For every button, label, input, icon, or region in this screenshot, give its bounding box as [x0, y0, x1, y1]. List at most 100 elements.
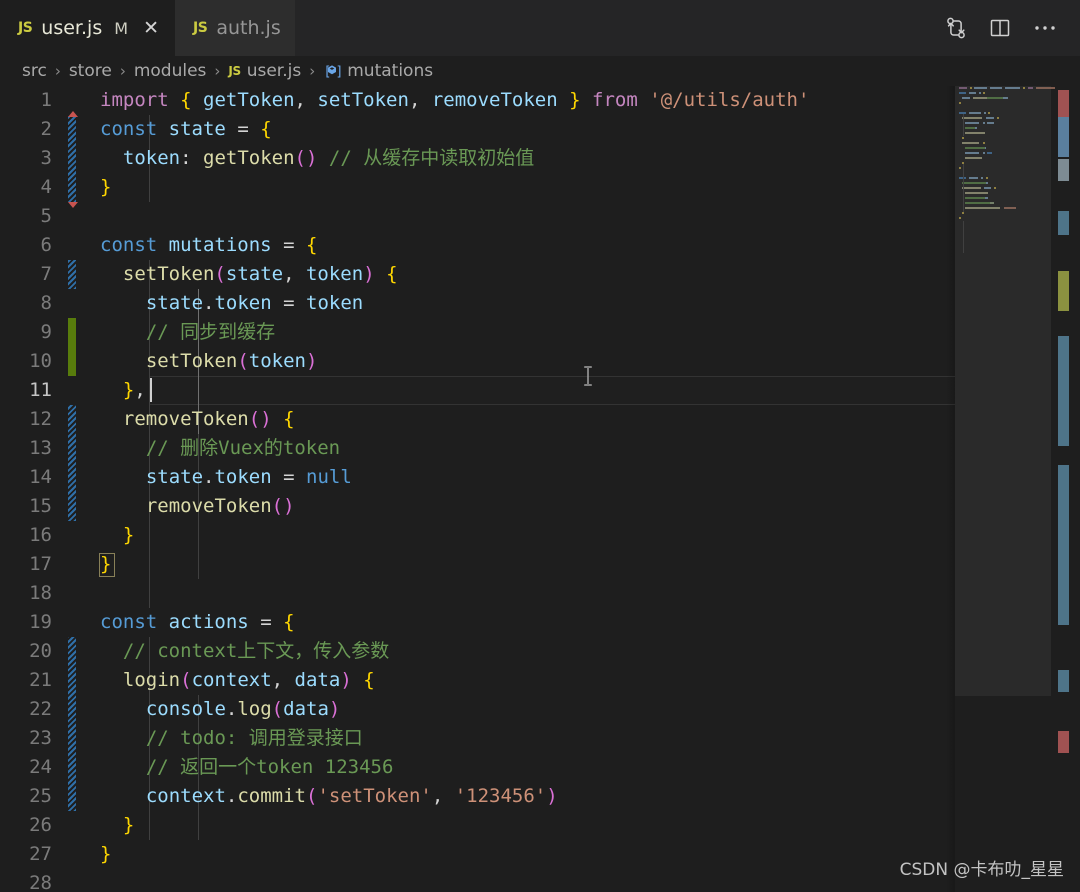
bracket-match-highlight: [99, 553, 115, 577]
line-number: 9: [40, 321, 52, 343]
breadcrumb: src › store › modules › JS user.js › [ ]: [0, 56, 1080, 86]
code-line-23[interactable]: // todo: 调用登录接口: [100, 724, 363, 753]
code-line-27[interactable]: }: [100, 840, 111, 869]
watermark-text: CSDN @卡布叻_星星: [899, 860, 1064, 880]
overview-ruler-mark: [1058, 335, 1069, 446]
breadcrumb-item-modules[interactable]: modules: [134, 61, 207, 81]
line-number: 13: [29, 437, 52, 459]
code-line-10[interactable]: setToken(token): [100, 347, 318, 376]
tab-auth-js[interactable]: JS auth.js: [175, 0, 295, 56]
line-number: 18: [29, 582, 52, 604]
overview-ruler-mark: [1058, 730, 1069, 753]
breadcrumb-separator-icon: ›: [214, 62, 221, 80]
overview-ruler[interactable]: [1058, 86, 1080, 892]
gutter-marker-modified: [68, 116, 76, 202]
overview-ruler-mark: [1058, 464, 1069, 625]
code-line-21[interactable]: login(context, data) {: [100, 666, 375, 695]
fold-region-start-icon: [68, 111, 78, 117]
code-line-20[interactable]: // context上下文，传入参数: [100, 637, 389, 666]
split-editor-icon[interactable]: [988, 16, 1012, 40]
line-number: 27: [29, 843, 52, 865]
js-file-icon: JS: [228, 64, 241, 78]
code-line-26[interactable]: }: [100, 811, 134, 840]
line-number: 23: [29, 727, 52, 749]
breadcrumb-label: src: [22, 61, 47, 81]
breadcrumb-item-store[interactable]: store: [69, 61, 112, 81]
editor-action-bar: [944, 0, 1080, 56]
code-line-14[interactable]: state.token = null: [100, 463, 352, 492]
code-line-12[interactable]: removeToken() {: [100, 405, 295, 434]
tab-bar-spacer: [295, 0, 944, 56]
code-line-3[interactable]: token: getToken() // 从缓存中读取初始值: [100, 144, 534, 173]
js-file-icon: JS: [193, 20, 208, 36]
code-line-9[interactable]: // 同步到缓存: [100, 318, 275, 347]
code-line-4[interactable]: }: [100, 173, 111, 202]
code-line-6[interactable]: const mutations = {: [100, 231, 317, 260]
line-number: 7: [40, 263, 52, 285]
line-number: 28: [29, 872, 52, 892]
breadcrumb-separator-icon: ›: [309, 62, 316, 80]
line-number: 25: [29, 785, 52, 807]
code-line-19[interactable]: const actions = {: [100, 608, 295, 637]
minimap-slider[interactable]: [955, 86, 1051, 696]
vscode-window: JS user.js M ✕ JS auth.js src › store › …: [0, 0, 1080, 892]
breadcrumb-separator-icon: ›: [119, 62, 126, 80]
overview-ruler-mark: [1058, 90, 1069, 119]
code-line-22[interactable]: console.log(data): [100, 695, 341, 724]
code-line-7[interactable]: setToken(state, token) {: [100, 260, 398, 289]
breadcrumb-item-user-js[interactable]: JS user.js: [228, 61, 301, 81]
line-number: 22: [29, 698, 52, 720]
line-number: 24: [29, 756, 52, 778]
breadcrumb-item-mutations[interactable]: [ ] mutations: [323, 61, 433, 81]
line-number: 19: [29, 611, 52, 633]
code-line-24[interactable]: // 返回一个token 123456: [100, 753, 394, 782]
line-number-gutter: 1 2 3 4 5 6 7 8 9 10 11 12 13 14 15 16 1…: [0, 86, 66, 892]
breadcrumb-separator-icon: ›: [54, 62, 61, 80]
line-number: 12: [29, 408, 52, 430]
line-number: 26: [29, 814, 52, 836]
code-editor[interactable]: 1 2 3 4 5 6 7 8 9 10 11 12 13 14 15 16 1…: [0, 86, 1080, 892]
code-content[interactable]: import { getToken, setToken, removeToken…: [0, 86, 963, 892]
tab-user-js[interactable]: JS user.js M ✕: [0, 0, 176, 56]
gutter-marker-modified: [68, 260, 76, 289]
line-number: 15: [29, 495, 52, 517]
tab-dirty-marker: M: [114, 18, 129, 38]
line-number: 14: [29, 466, 52, 488]
breadcrumb-item-src[interactable]: src: [22, 61, 47, 81]
line-number: 3: [40, 147, 52, 169]
code-line-11[interactable]: },: [100, 376, 146, 405]
tab-label: user.js: [41, 17, 103, 39]
line-number: 4: [40, 176, 52, 198]
line-number: 17: [29, 553, 52, 575]
fold-region-end-icon: [68, 202, 78, 208]
line-number: 1: [40, 89, 52, 111]
breadcrumb-label: modules: [133, 61, 207, 81]
line-number: 21: [29, 669, 52, 691]
minimap[interactable]: [955, 86, 1065, 892]
symbol-object-icon: [ ]: [323, 62, 342, 80]
code-line-1[interactable]: import { getToken, setToken, removeToken…: [100, 86, 809, 115]
line-number-current: 11: [29, 379, 52, 401]
breadcrumb-label: store: [68, 61, 112, 81]
line-number: 5: [40, 205, 52, 227]
overview-ruler-mark: [1058, 210, 1069, 235]
svg-text:]: ]: [336, 65, 342, 80]
line-number: 2: [40, 118, 52, 140]
editor-tab-bar: JS user.js M ✕ JS auth.js: [0, 0, 1080, 56]
overview-ruler-mark: [1058, 158, 1069, 181]
close-icon[interactable]: ✕: [141, 18, 161, 38]
code-line-25[interactable]: context.commit('setToken', '123456'): [100, 782, 558, 811]
overview-ruler-mark: [1058, 116, 1069, 157]
gutter-marker-added: [68, 318, 76, 376]
breadcrumb-label: mutations: [347, 61, 434, 81]
code-line-8[interactable]: state.token = token: [100, 289, 363, 318]
breadcrumb-label: user.js: [246, 61, 302, 81]
overview-ruler-mark: [1058, 271, 1069, 312]
more-actions-icon[interactable]: [1032, 16, 1058, 40]
code-line-2[interactable]: const state = {: [100, 115, 272, 144]
compare-changes-icon[interactable]: [944, 16, 968, 40]
line-number: 10: [29, 350, 52, 372]
code-line-16[interactable]: }: [100, 521, 134, 550]
code-line-13[interactable]: // 删除Vuex的token: [100, 434, 340, 463]
code-line-15[interactable]: removeToken(): [100, 492, 295, 521]
